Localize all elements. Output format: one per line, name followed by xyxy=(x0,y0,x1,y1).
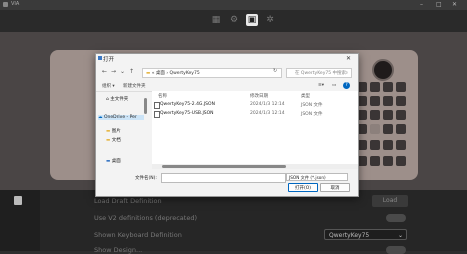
folder-icon: ▬ xyxy=(106,129,111,134)
keycap xyxy=(396,124,406,134)
keycap xyxy=(370,140,380,150)
file-row[interactable]: QwertyKey75-2.4G.JSON 2024/1/3 12:14 JSO… xyxy=(154,101,354,109)
shown-keyboard-label: Shown Keyboard Definition xyxy=(94,231,182,239)
app-icon xyxy=(3,2,8,7)
filename-input[interactable] xyxy=(161,173,286,183)
side-panel xyxy=(0,190,40,251)
recent-icon[interactable]: ⌄ xyxy=(120,68,125,75)
keyboard-knob xyxy=(372,59,394,81)
close-icon[interactable]: ✕ xyxy=(452,1,457,9)
filetype-select[interactable]: JSON 文件 (*.json) xyxy=(286,173,348,181)
keycap xyxy=(383,96,393,106)
gear-icon[interactable]: ✲ xyxy=(264,14,276,26)
filetype-value: JSON 文件 (*.json) xyxy=(289,175,326,180)
open-button[interactable]: 打开(O) xyxy=(288,183,318,192)
file-type: JSON 文件 xyxy=(301,112,323,117)
file-name: QwertyKey75-2.4G.JSON xyxy=(160,102,215,107)
keycap xyxy=(370,110,380,120)
home-icon: ⌂ xyxy=(106,97,109,102)
keycap xyxy=(370,96,380,106)
refresh-icon[interactable]: ↻ xyxy=(273,68,277,74)
chevron-down-icon: ⌄ xyxy=(397,232,403,239)
open-file-dialog: 打开 ✕ ← → ⌄ ↑ ▬ « 桌面 › QwertyKey75 ↻ 在 Qw… xyxy=(95,53,359,197)
folder-icon: ▬ xyxy=(106,138,111,143)
load-button[interactable]: Load xyxy=(372,195,408,207)
maximize-icon[interactable]: □ xyxy=(436,1,442,9)
nav-scrollbar[interactable] xyxy=(144,98,147,114)
keyboard-select-value: QwertyKey75 xyxy=(329,232,370,239)
new-folder-button[interactable]: 新建文件夹 xyxy=(123,83,146,89)
top-nav: ▦ ⚙ ▣ ✲ xyxy=(0,10,467,32)
keycap xyxy=(370,156,380,166)
search-icon: ⌕ xyxy=(345,71,348,76)
search-input[interactable]: 在 QwertyKey75 中搜索 ⌕ xyxy=(286,68,352,78)
use-v2-label: Use V2 definitions (deprecated) xyxy=(94,214,197,222)
design-icon[interactable]: ▣ xyxy=(246,14,258,26)
dialog-title: 打开 xyxy=(103,57,115,63)
keycap xyxy=(383,110,393,120)
horizontal-scroll-thumb[interactable] xyxy=(162,165,286,168)
keycap xyxy=(396,156,406,166)
keycap xyxy=(383,156,393,166)
keycap xyxy=(370,124,380,134)
up-icon[interactable]: ↑ xyxy=(129,68,134,75)
show-design-label: Show Design... xyxy=(94,246,143,254)
address-bar[interactable]: ▬ « 桌面 › QwertyKey75 xyxy=(142,68,282,78)
keycap xyxy=(383,124,393,134)
load-draft-label: Load Draft Definition xyxy=(94,197,162,205)
keycap xyxy=(396,82,406,92)
keycap xyxy=(383,82,393,92)
keyboard-icon[interactable]: ▦ xyxy=(210,14,222,26)
nav-item-desktop[interactable]: ▬ 桌面 xyxy=(106,158,121,164)
filename-label: 文件名(N): xyxy=(135,176,157,181)
keycap xyxy=(396,110,406,120)
column-type[interactable]: 类型 xyxy=(301,93,310,99)
address-path: « 桌面 › QwertyKey75 xyxy=(151,71,200,76)
settings-icon[interactable]: ⚙ xyxy=(228,14,240,26)
help-icon[interactable]: ? xyxy=(343,82,350,89)
back-icon[interactable]: ← xyxy=(102,68,107,75)
file-name: QwertyKey75-USB.JSON xyxy=(160,111,214,116)
forward-icon[interactable]: → xyxy=(111,68,116,75)
dialog-icon xyxy=(98,56,102,60)
file-modified: 2024/1/3 12:14 xyxy=(250,111,285,116)
desktop-icon: ▬ xyxy=(106,159,111,164)
use-v2-toggle[interactable] xyxy=(386,214,406,222)
folder-icon: ▬ xyxy=(146,71,151,76)
column-name[interactable]: 名称 xyxy=(158,93,167,99)
keycap xyxy=(396,140,406,150)
organize-menu[interactable]: 组织 ▾ xyxy=(102,83,115,89)
dialog-titlebar: 打开 ✕ xyxy=(96,54,358,64)
nav-item-home[interactable]: ⌂ 主文件夹 xyxy=(106,96,128,102)
nav-item-onedrive[interactable]: ☁ OneDrive - Per xyxy=(98,115,144,120)
search-placeholder: 在 QwertyKey75 中搜索 xyxy=(295,71,347,76)
view-options-icon[interactable]: ≡▾ xyxy=(318,83,324,88)
dialog-close-icon[interactable]: ✕ xyxy=(346,55,351,62)
keycap xyxy=(370,82,380,92)
nav-item-documents[interactable]: ▬ 文档 xyxy=(106,137,121,143)
keycap xyxy=(383,140,393,150)
keyboard-select[interactable]: QwertyKey75 ⌄ xyxy=(324,229,407,240)
file-row[interactable]: QwertyKey75-USB.JSON 2024/1/3 12:14 JSON… xyxy=(154,110,354,118)
cancel-button[interactable]: 取消 xyxy=(320,183,350,192)
minimize-icon[interactable]: – xyxy=(420,1,423,9)
preview-pane-icon[interactable]: ▭ xyxy=(332,83,336,88)
show-design-toggle[interactable] xyxy=(386,246,406,254)
save-icon[interactable] xyxy=(14,196,22,205)
title-bar: VIA – □ ✕ xyxy=(0,0,467,10)
nav-item-pictures[interactable]: ▬ 图片 xyxy=(106,128,121,134)
file-type: JSON 文件 xyxy=(301,103,323,108)
window-title: VIA xyxy=(11,1,20,7)
cloud-icon: ☁ xyxy=(98,115,103,120)
file-modified: 2024/1/3 12:14 xyxy=(250,102,285,107)
keycap xyxy=(396,96,406,106)
column-modified[interactable]: 修改日期 xyxy=(250,93,268,99)
